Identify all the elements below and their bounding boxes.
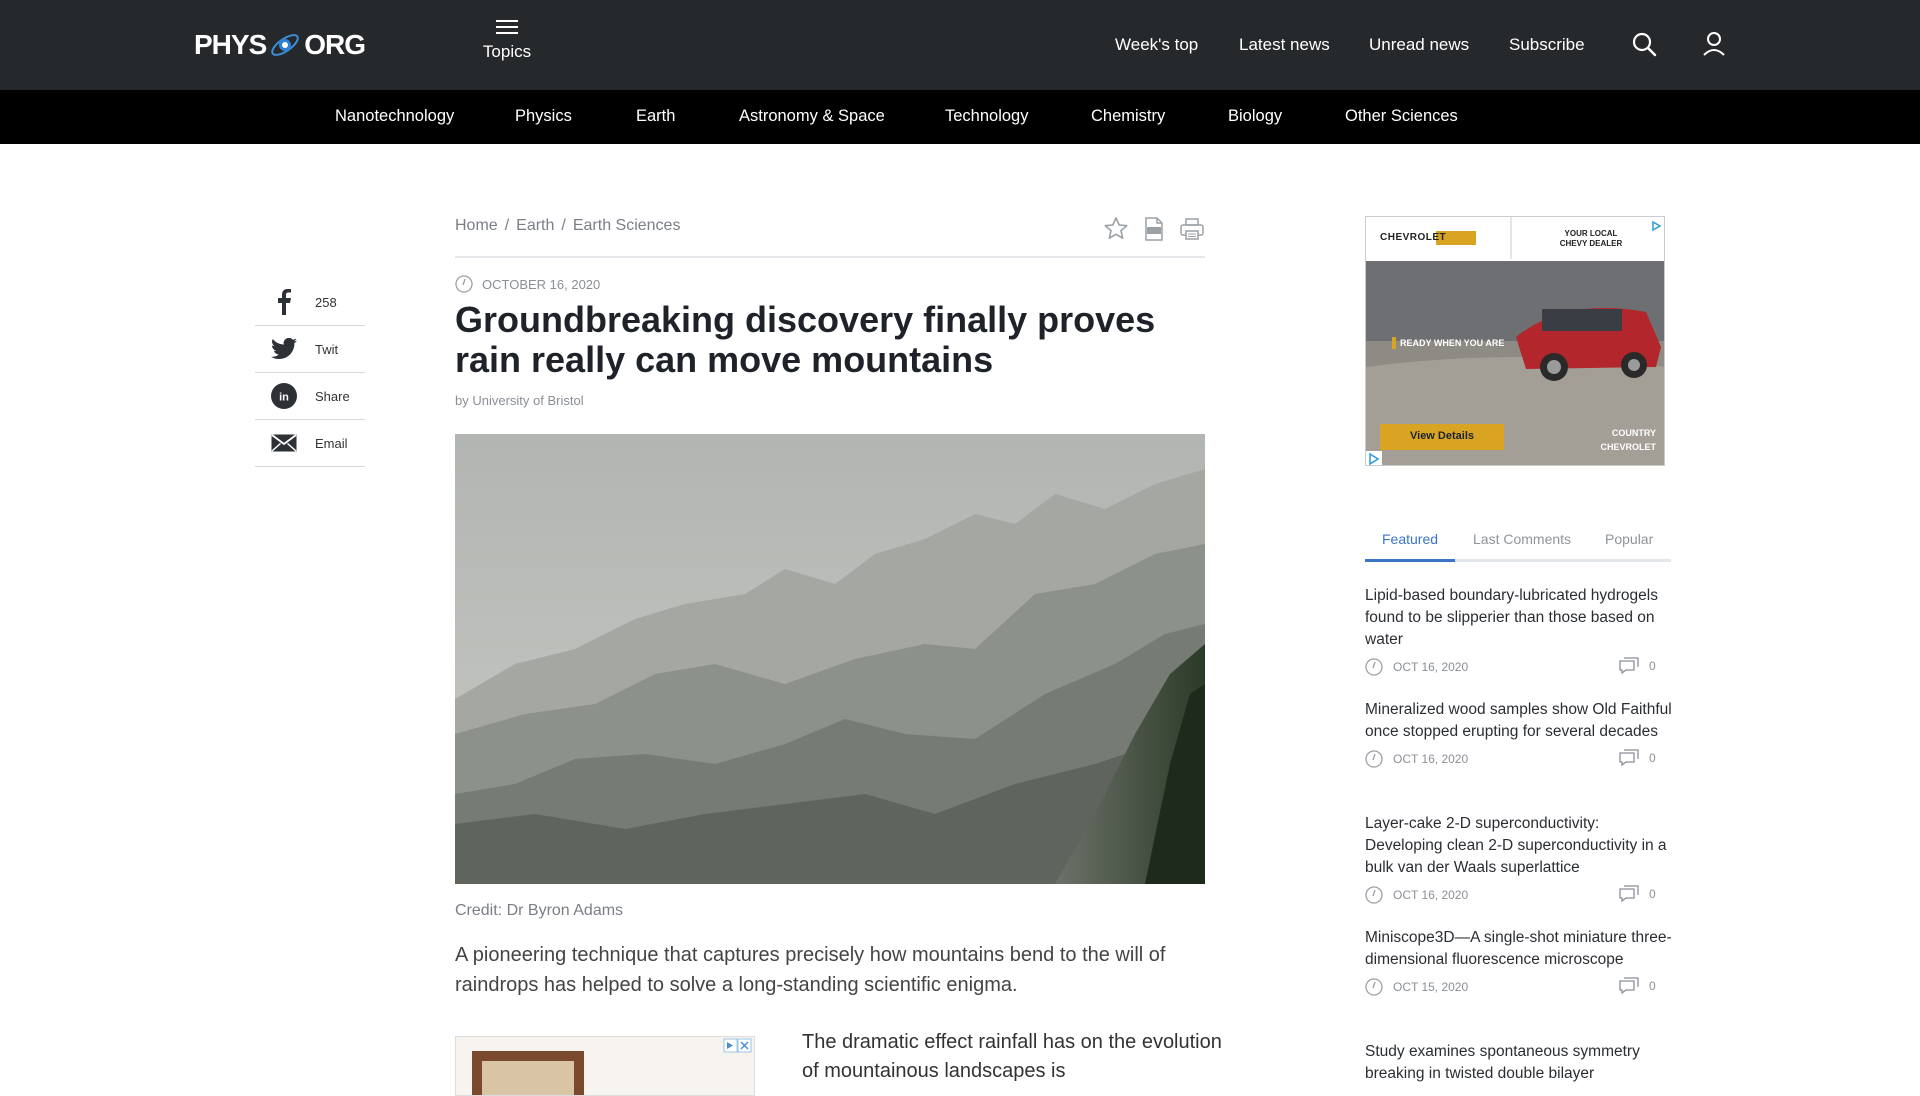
category-nav: Nanotechnology Physics Earth Astronomy &… <box>0 90 1920 144</box>
news-item[interactable]: Lipid-based boundary-lubricated hydrogel… <box>1365 585 1675 677</box>
news-item[interactable]: Layer-cake 2-D superconductivity: Develo… <box>1365 813 1675 905</box>
clock-icon <box>455 275 473 293</box>
clock-icon <box>1365 978 1383 996</box>
nav-weeks-top[interactable]: Week's top <box>1115 35 1198 55</box>
comments-icon <box>1619 657 1639 675</box>
clock-icon <box>1365 750 1383 768</box>
news-item[interactable]: Miniscope3D—A single-shot miniature thre… <box>1365 927 1675 997</box>
print-icon[interactable] <box>1179 216 1205 242</box>
logo-atom-icon <box>268 28 302 62</box>
image-credit: Credit: Dr Byron Adams <box>455 902 624 919</box>
category-chemistry[interactable]: Chemistry <box>1091 107 1165 126</box>
news-item-comment-count: 0 <box>1649 979 1656 993</box>
article-paragraph: The dramatic effect rainfall has on the … <box>802 1031 1222 1082</box>
tab-featured[interactable]: Featured <box>1382 531 1438 547</box>
nav-subscribe[interactable]: Subscribe <box>1509 35 1585 55</box>
category-physics[interactable]: Physics <box>515 107 572 126</box>
article-date: OCTOBER 16, 2020 <box>455 275 600 293</box>
news-item-date: OCT 16, 2020 <box>1393 660 1469 674</box>
share-linkedin[interactable]: in Share <box>255 373 365 420</box>
clock-icon <box>1365 886 1383 904</box>
comments-icon <box>1619 885 1639 903</box>
ad-footer-line2: CHEVROLET <box>1600 442 1656 452</box>
ad-footer-line1: COUNTRY <box>1611 428 1656 438</box>
category-biology[interactable]: Biology <box>1228 107 1282 126</box>
breadcrumb-earth[interactable]: Earth <box>516 217 554 234</box>
news-item-title[interactable]: Mineralized wood samples show Old Faithf… <box>1365 699 1675 743</box>
facebook-icon <box>269 287 299 317</box>
article-date-text: OCTOBER 16, 2020 <box>482 276 601 292</box>
category-astronomy-space[interactable]: Astronomy & Space <box>739 107 885 126</box>
news-item[interactable]: Mineralized wood samples show Old Faithf… <box>1365 699 1675 769</box>
news-item-date: OCT 15, 2020 <box>1393 980 1469 994</box>
clock-icon <box>1365 658 1383 676</box>
linkedin-share-label: Share <box>315 388 350 404</box>
news-item-comment-count: 0 <box>1649 659 1656 673</box>
topics-label: Topics <box>482 42 532 61</box>
twitter-share-label: Twit <box>315 341 339 357</box>
site-header: PHYS ORG Topics Week's top Latest news U… <box>0 0 1920 90</box>
topics-menu-button[interactable]: Topics <box>480 20 534 62</box>
category-earth[interactable]: Earth <box>636 107 675 126</box>
ad-tagline: READY WHEN YOU ARE <box>1400 338 1505 348</box>
news-item-comment-count: 0 <box>1649 751 1656 765</box>
ad-dealer-line2: CHEVY DEALER <box>1559 239 1623 248</box>
comments-icon <box>1619 977 1639 995</box>
ad-cta-button[interactable]: View Details <box>1380 430 1504 442</box>
site-logo[interactable]: PHYS ORG <box>194 27 366 63</box>
news-item-title[interactable]: Layer-cake 2-D superconductivity: Develo… <box>1365 813 1675 879</box>
header-divider <box>455 256 1205 258</box>
inline-advertisement[interactable] <box>455 1036 755 1096</box>
category-technology[interactable]: Technology <box>945 107 1028 126</box>
breadcrumb: Home / Earth / Earth Sciences <box>455 217 681 234</box>
breadcrumb-earth-sciences[interactable]: Earth Sciences <box>573 217 681 234</box>
hamburger-icon <box>496 20 518 34</box>
pdf-download-icon[interactable] <box>1141 216 1167 242</box>
tab-popular[interactable]: Popular <box>1605 531 1653 547</box>
news-item-title[interactable]: Miniscope3D—A single-shot miniature thre… <box>1365 927 1675 971</box>
ad-brand: CHEVROLET <box>1380 232 1447 243</box>
news-item[interactable]: Study examines spontaneous symmetry brea… <box>1365 1041 1675 1085</box>
breadcrumb-home[interactable]: Home <box>455 217 498 234</box>
news-item-comment-count: 0 <box>1649 887 1656 901</box>
nav-unread-news[interactable]: Unread news <box>1369 35 1469 55</box>
sidebar-tabs: Featured Last Comments Popular <box>1365 522 1671 562</box>
article-title: Groundbreaking discovery finally proves … <box>455 299 1156 380</box>
bookmark-star-icon[interactable] <box>1103 216 1129 242</box>
news-item-date: OCT 16, 2020 <box>1393 888 1469 902</box>
email-share-label: Email <box>315 435 348 451</box>
email-icon <box>269 428 299 458</box>
svg-text:in: in <box>279 392 289 404</box>
user-account-icon[interactable] <box>1700 30 1728 58</box>
linkedin-icon: in <box>269 381 299 411</box>
article-lead: A pioneering technique that captures pre… <box>455 944 1166 996</box>
share-email[interactable]: Email <box>255 420 365 467</box>
category-nanotechnology[interactable]: Nanotechnology <box>335 107 454 126</box>
search-icon[interactable] <box>1630 30 1658 58</box>
logo-text-left: PHYS <box>194 29 267 60</box>
ad-dealer-line1: YOUR LOCAL <box>1564 229 1618 238</box>
logo-text-right: ORG <box>304 29 366 60</box>
news-item-title[interactable]: Lipid-based boundary-lubricated hydrogel… <box>1365 585 1675 651</box>
twitter-icon <box>269 334 299 364</box>
share-facebook[interactable]: 258 <box>255 279 365 326</box>
active-tab-indicator <box>1365 559 1455 562</box>
news-item-title[interactable]: Study examines spontaneous symmetry brea… <box>1365 1041 1675 1085</box>
tab-last-comments[interactable]: Last Comments <box>1473 531 1571 547</box>
facebook-share-count: 258 <box>315 294 337 310</box>
article-image[interactable] <box>455 434 1205 884</box>
nav-latest-news[interactable]: Latest news <box>1239 35 1330 55</box>
comments-icon <box>1619 749 1639 767</box>
category-other-sciences[interactable]: Other Sciences <box>1345 107 1458 126</box>
share-twitter[interactable]: Twit <box>255 326 365 373</box>
article-byline: by University of Bristol <box>455 393 584 408</box>
news-item-date: OCT 16, 2020 <box>1393 752 1469 766</box>
sidebar-advertisement[interactable]: CHEVROLET YOUR LOCAL CHEVY DEALER READY … <box>1365 216 1665 466</box>
